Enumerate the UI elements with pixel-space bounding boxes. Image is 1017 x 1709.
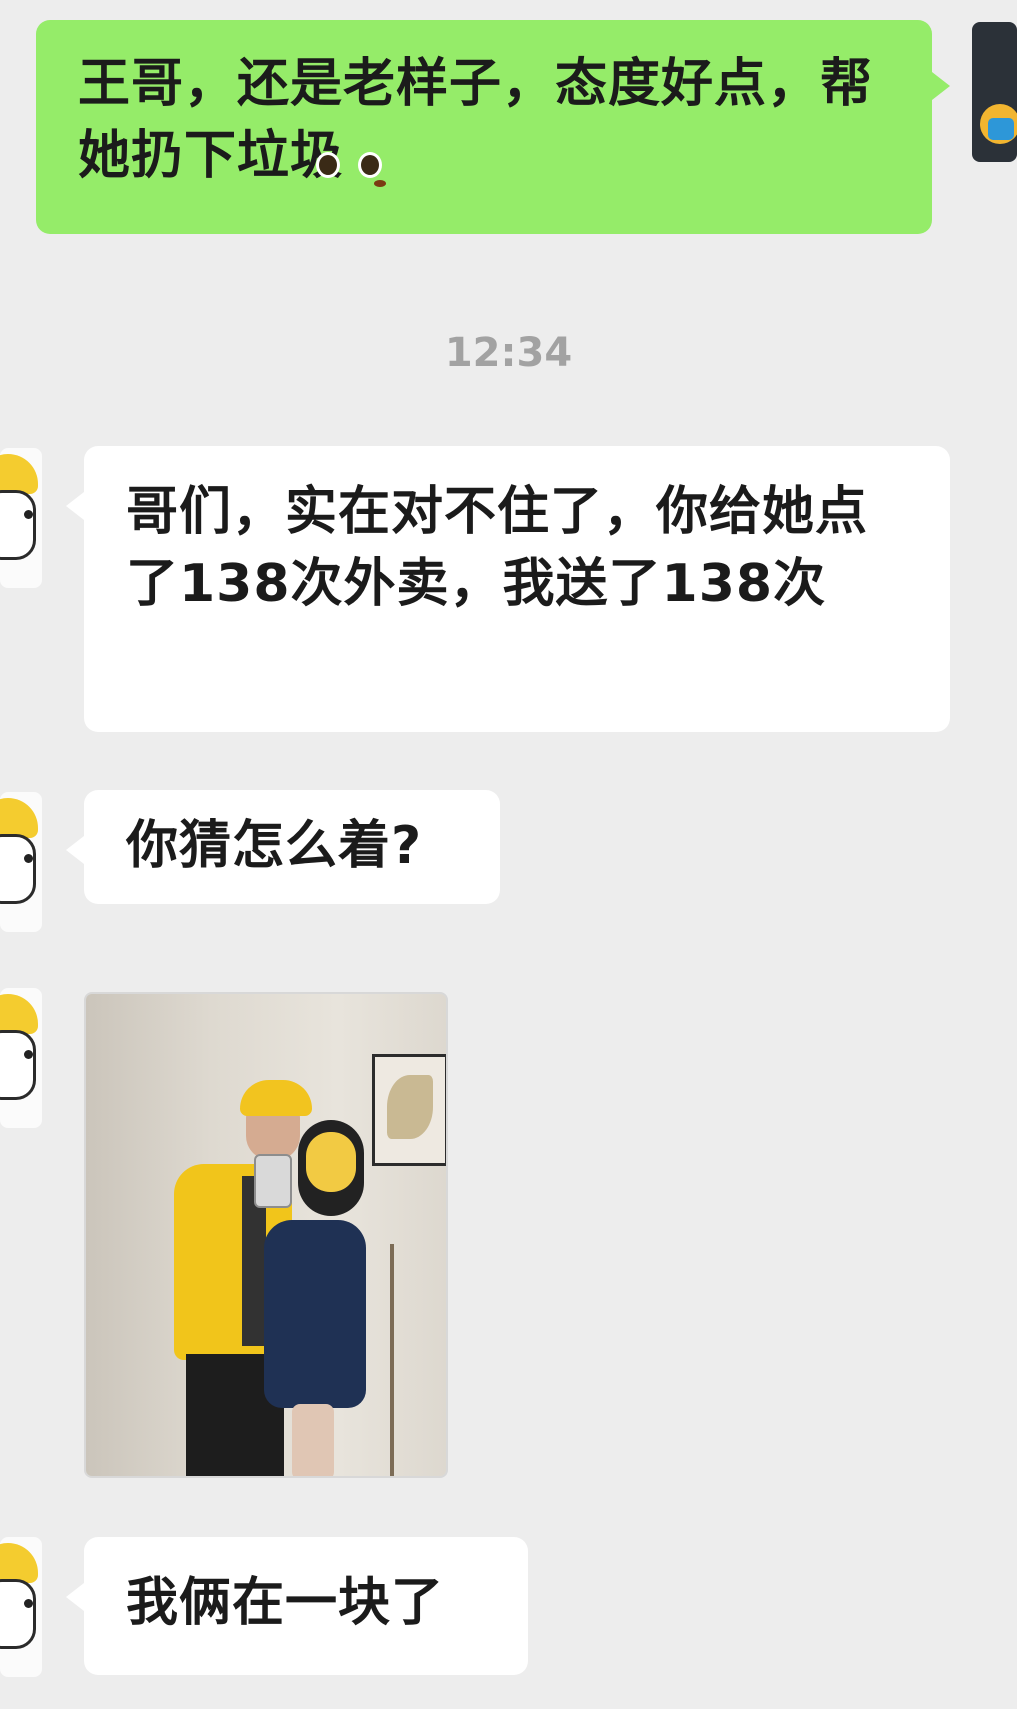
avatar-eye (24, 1599, 33, 1608)
incoming-message-bubble[interactable]: 我俩在一块了 (66, 1537, 528, 1675)
avatar-decoration (988, 118, 1014, 140)
contact-avatar[interactable] (0, 792, 42, 932)
message-timestamp: 12:34 (444, 330, 573, 376)
contact-avatar[interactable] (0, 1537, 42, 1677)
outgoing-message-text: 王哥，还是老样子，态度好点，帮她扔下垃圾 (78, 54, 874, 186)
avatar-face (0, 1030, 36, 1100)
incoming-message-text: 你猜怎么着? (126, 816, 423, 876)
woman-legs (292, 1404, 334, 1476)
incoming-message-bubble[interactable]: 你猜怎么着? (66, 790, 500, 904)
avatar-eye (24, 510, 33, 519)
avatar-face (0, 490, 36, 560)
wall-art (387, 1075, 433, 1139)
emoji-mouth (374, 180, 387, 187)
avatar-helmet (0, 454, 38, 494)
chat-screen: 王哥，还是老样子，态度好点，帮她扔下垃圾 12:34 哥们，实在对不住了，你给她… (0, 0, 1017, 1709)
emoji-eye (316, 152, 341, 178)
plant-stem (390, 1244, 394, 1476)
incoming-message-bubble[interactable]: 哥们，实在对不住了，你给她点了138次外卖，我送了138次 (66, 446, 950, 732)
phone-icon (254, 1154, 292, 1208)
outgoing-message-bubble[interactable]: 王哥，还是老样子，态度好点，帮她扔下垃圾 (36, 20, 950, 234)
avatar-helmet (0, 798, 38, 838)
emoji-eye (358, 152, 383, 178)
rider-helmet (240, 1080, 312, 1116)
wall-art-frame (372, 1054, 446, 1166)
avatar-face (0, 834, 36, 904)
user-avatar[interactable] (972, 22, 1017, 162)
incoming-message-text: 哥们，实在对不住了，你给她点了138次外卖，我送了138次 (126, 482, 869, 614)
avatar-face (0, 1579, 36, 1649)
contact-avatar[interactable] (0, 988, 42, 1128)
incoming-message-text: 我俩在一块了 (126, 1573, 445, 1633)
avatar-eye (24, 854, 33, 863)
woman-face-blur (306, 1132, 356, 1192)
avatar-eye (24, 1050, 33, 1059)
avatar-helmet (0, 1543, 38, 1583)
woman-dress (264, 1220, 366, 1408)
photo-message[interactable] (84, 992, 448, 1478)
avatar-helmet (0, 994, 38, 1034)
contact-avatar[interactable] (0, 448, 42, 588)
